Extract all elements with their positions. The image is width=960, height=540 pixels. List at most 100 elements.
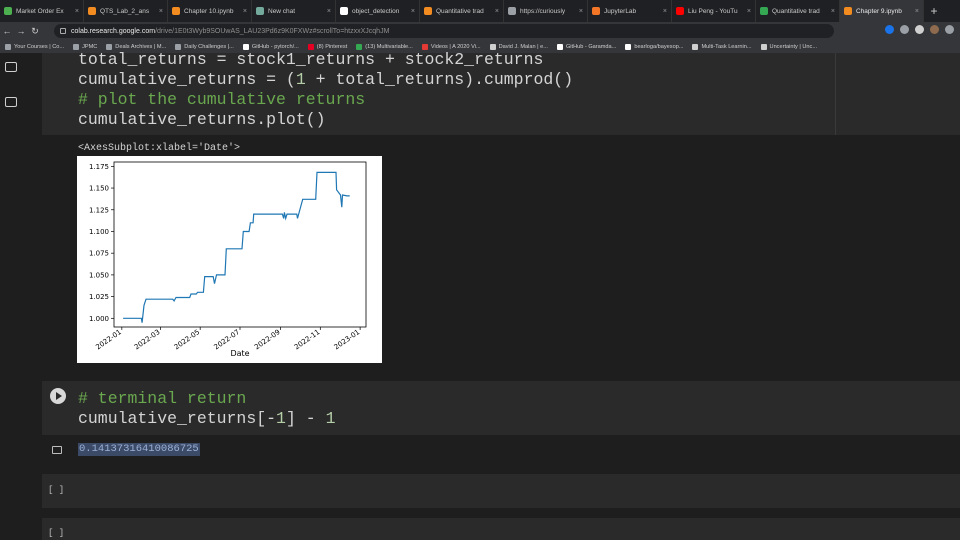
bookmark-item[interactable]: David J. Malan | e...: [489, 43, 548, 50]
tab-title: Market Order Ex: [16, 7, 64, 15]
x-tick-label: 2022-07: [213, 328, 242, 351]
x-axis-label: Date: [230, 349, 249, 358]
colab-left-rail: [0, 53, 22, 540]
empty-code-cell[interactable]: [42, 518, 960, 540]
browser-tab[interactable]: Quantitative trad ×: [756, 0, 840, 22]
bookmark-item[interactable]: GitHub - Garamda...: [556, 43, 616, 50]
x-tick-label: 2022-11: [293, 328, 322, 351]
terminal-return-value[interactable]: 0.14137316410086725: [78, 443, 200, 456]
back-icon[interactable]: ←: [0, 26, 14, 36]
bookmark-item[interactable]: Your Courses | Co...: [5, 43, 64, 50]
tab-title: Chapter 9.ipynb: [856, 7, 902, 15]
tab-favicon-icon: [88, 7, 96, 15]
tab-close-icon[interactable]: ×: [663, 8, 667, 15]
x-tick-label: 2022-09: [253, 328, 282, 351]
bookmark-item[interactable]: Multi-Task Learnin...: [692, 43, 752, 50]
profile-avatar-icon[interactable]: [930, 25, 939, 34]
browser-tab[interactable]: New chat ×: [252, 0, 336, 22]
bookmark-favicon-icon: [242, 43, 249, 50]
tab-close-icon[interactable]: ×: [411, 8, 415, 15]
bookmark-item[interactable]: GitHub - pytorch/...: [242, 43, 299, 50]
bookmark-favicon-icon: [556, 43, 563, 50]
bookmark-favicon-icon: [692, 43, 699, 50]
tab-strip: Market Order Ex × QTS_Lab_2_ans × Chapter 10…: [0, 0, 960, 22]
bookmark-label: (8) Pinterest: [316, 43, 348, 50]
browser-tab[interactable]: Chapter 10.ipynb ×: [168, 0, 252, 22]
bookmark-favicon-icon: [5, 43, 11, 50]
bookmark-item[interactable]: (13) Multivariable...: [356, 43, 413, 50]
browser-tab[interactable]: QTS_Lab_2_ans ×: [84, 0, 168, 22]
series-line: [123, 171, 350, 323]
code-line: cumulative_returns[-1] - 1: [78, 409, 335, 429]
browser-tab[interactable]: Chapter 9.ipynb ×: [840, 0, 924, 22]
bookmark-item[interactable]: JPMC: [73, 43, 98, 50]
tab-close-icon[interactable]: ×: [327, 8, 331, 15]
y-tick-label: 1.025: [89, 293, 109, 301]
code-token: cumulative_returns = (: [78, 70, 296, 89]
code-token: ] -: [285, 409, 326, 428]
bookmark-item[interactable]: bearloga/bayesop...: [625, 43, 683, 50]
tab-close-icon[interactable]: ×: [915, 8, 919, 15]
bookmark-item[interactable]: Deals Archives | M...: [106, 43, 167, 50]
bookmark-favicon-icon: [73, 43, 80, 50]
tab-close-icon[interactable]: ×: [243, 8, 247, 15]
code-line: cumulative_returns = (1 + total_returns)…: [78, 70, 573, 90]
bookmark-favicon-icon: [625, 43, 632, 50]
terminal-icon[interactable]: [5, 97, 17, 107]
tab-title: https://curiously: [520, 7, 566, 15]
axes-repr-text: <AxesSubplot:xlabel='Date'>: [78, 143, 241, 154]
kebab-menu-icon[interactable]: [945, 25, 954, 34]
browser-tab[interactable]: Liu Peng - YouTu ×: [672, 0, 756, 22]
code-token: cumulative_returns[-: [78, 409, 277, 428]
forward-icon[interactable]: →: [14, 26, 28, 36]
y-tick-label: 1.075: [89, 250, 109, 258]
browser-tab[interactable]: Market Order Ex ×: [0, 0, 84, 22]
code-number: 1: [295, 70, 306, 89]
run-cell-button[interactable]: [50, 388, 66, 404]
y-tick-label: 1.050: [89, 271, 109, 279]
tab-title: Quantitative trad: [772, 7, 820, 15]
tab-close-icon[interactable]: ×: [579, 8, 583, 15]
tab-close-icon[interactable]: ×: [495, 8, 499, 15]
bookmark-item[interactable]: Daily Challenges |...: [175, 43, 234, 50]
bookmark-label: Deals Archives | M...: [115, 43, 167, 50]
bookmark-item[interactable]: Uncertainty | Unc...: [760, 43, 817, 50]
cell-divider: [835, 53, 836, 135]
bookmark-label: JPMC: [82, 43, 98, 50]
bookmark-item[interactable]: (8) Pinterest: [307, 43, 348, 50]
address-bar[interactable]: colab.research.google.com /drive/1E0t3Wy…: [54, 24, 834, 38]
browser-tab[interactable]: Quantitative trad ×: [420, 0, 504, 22]
tab-favicon-icon: [760, 7, 768, 15]
tab-favicon-icon: [844, 7, 852, 15]
toolbar-icons: [885, 25, 954, 34]
browser-tab[interactable]: JupyterLab ×: [588, 0, 672, 22]
browser-tab[interactable]: object_detection ×: [336, 0, 420, 22]
lock-icon: [60, 28, 66, 34]
line-chart: 1.000 1.025 1.050 1.075 1.100 1.125 1.150 1.175…: [77, 156, 382, 363]
reload-icon[interactable]: ↻: [28, 26, 42, 37]
plot-frame: [113, 161, 367, 328]
tab-close-icon[interactable]: ×: [75, 8, 79, 15]
code-number: 1: [276, 409, 286, 428]
tab-title: Chapter 10.ipynb: [184, 7, 234, 15]
y-tick-label: 1.175: [89, 163, 109, 171]
output-menu-icon[interactable]: [52, 446, 62, 454]
bookmark-label: GitHub - pytorch/...: [251, 43, 299, 50]
puzzle-icon[interactable]: [900, 25, 909, 34]
extension-icon[interactable]: [885, 25, 894, 34]
code-line: cumulative_returns.plot(): [78, 110, 326, 129]
new-tab-button[interactable]: +: [924, 0, 944, 22]
tab-close-icon[interactable]: ×: [831, 8, 835, 15]
browser-tab[interactable]: https://curiously ×: [504, 0, 588, 22]
tab-close-icon[interactable]: ×: [159, 8, 163, 15]
browser-toolbar: ← → ↻ colab.research.google.com /drive/1…: [0, 22, 960, 40]
tab-favicon-icon: [508, 7, 516, 15]
folder-icon[interactable]: [5, 62, 17, 72]
tab-title: Liu Peng - YouTu: [688, 7, 738, 15]
tab-close-icon[interactable]: ×: [747, 8, 751, 15]
code-comment: # terminal return: [78, 389, 247, 408]
empty-code-cell[interactable]: [42, 474, 960, 508]
y-tick-label: 1.000: [89, 315, 109, 323]
sidebar-icon[interactable]: [915, 25, 924, 34]
bookmark-item[interactable]: Videos | A 2020 Vi...: [421, 43, 481, 50]
